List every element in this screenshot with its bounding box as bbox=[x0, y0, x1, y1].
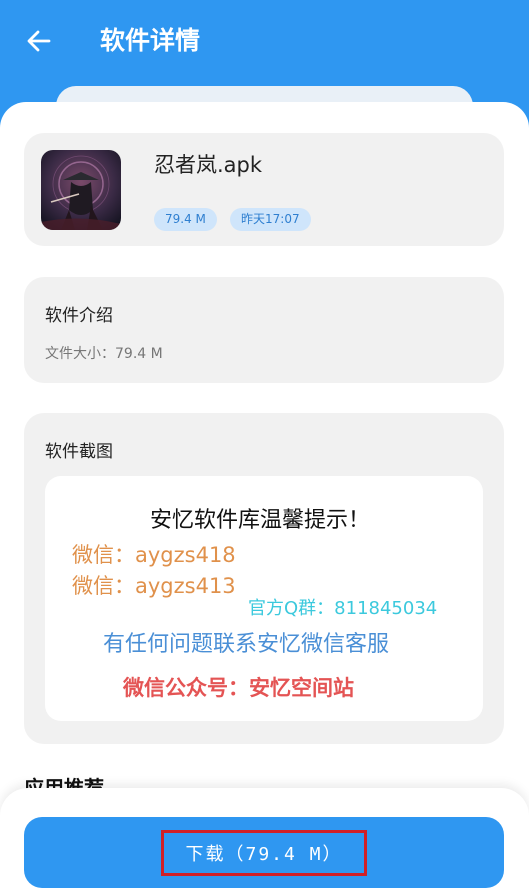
app-name: 忍者岚.apk bbox=[154, 153, 263, 177]
intro-title: 软件介绍 bbox=[45, 306, 113, 326]
download-button[interactable]: 下载（79.4 M） bbox=[24, 817, 504, 888]
file-size-text: 文件大小：79.4 M bbox=[45, 346, 163, 362]
screenshot-contact: 有任何问题联系安忆微信客服 bbox=[103, 632, 390, 657]
screenshots-title: 软件截图 bbox=[45, 442, 113, 462]
screenshot-image[interactable]: 安忆软件库温馨提示！ 微信：aygzs418 微信：aygzs413 官方Q群：… bbox=[45, 476, 483, 721]
file-size-badge: 79.4 M bbox=[154, 208, 217, 231]
back-arrow-icon bbox=[27, 30, 51, 52]
screenshot-headline: 安忆软件库温馨提示！ bbox=[150, 508, 371, 533]
screenshot-wechat-2: 微信：aygzs413 bbox=[72, 574, 236, 598]
intro-card: 软件介绍 文件大小：79.4 M bbox=[24, 277, 504, 383]
screenshot-wechat-1: 微信：aygzs418 bbox=[72, 543, 236, 567]
back-button[interactable] bbox=[22, 24, 56, 58]
upload-time-badge: 昨天17:07 bbox=[230, 208, 311, 231]
app-icon bbox=[41, 150, 121, 230]
screenshots-card: 软件截图 安忆软件库温馨提示！ 微信：aygzs418 微信：aygzs413 … bbox=[24, 413, 504, 744]
screenshot-public-account: 微信公众号：安忆空间站 bbox=[123, 676, 354, 700]
app-info-card: 忍者岚.apk 79.4 M 昨天17:07 bbox=[24, 133, 504, 246]
screenshot-qq-group: 官方Q群：811845034 bbox=[248, 598, 438, 619]
page-title: 软件详情 bbox=[100, 26, 201, 55]
app-header: 软件详情 bbox=[0, 0, 529, 100]
download-label: 下载（79.4 M） bbox=[161, 829, 367, 876]
